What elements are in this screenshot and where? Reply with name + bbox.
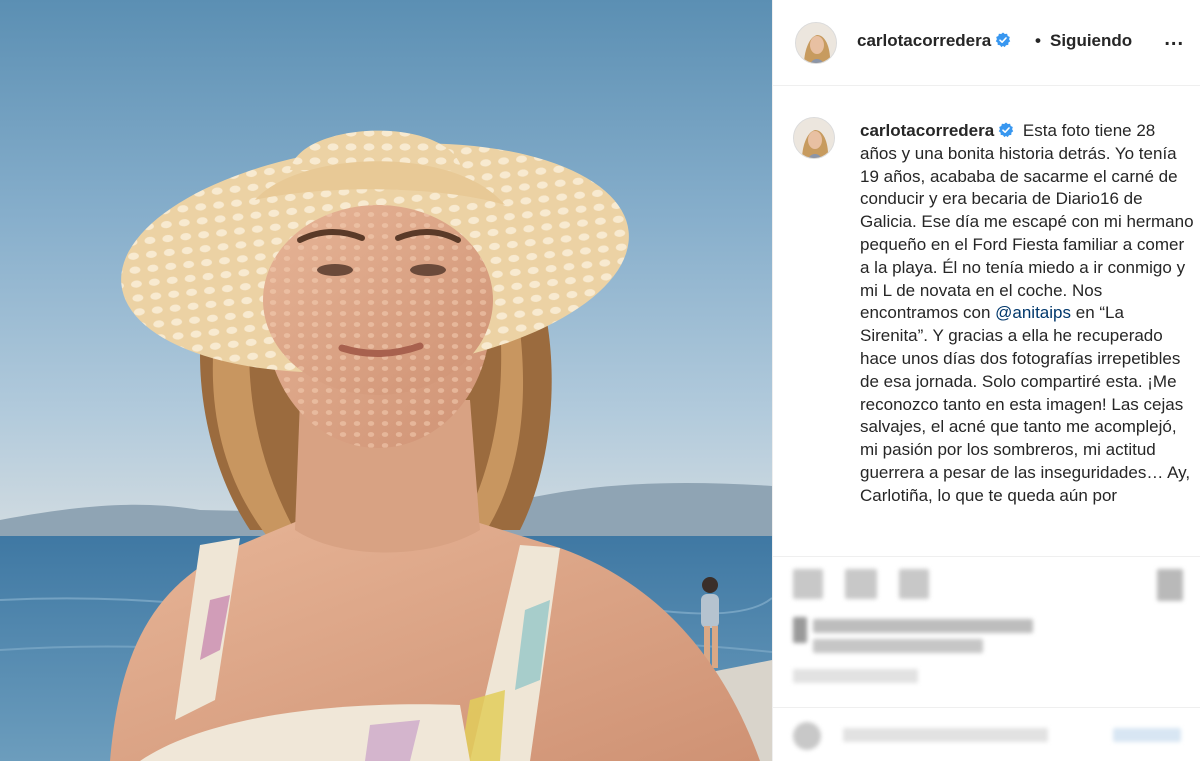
caption-text: carlotacorredera Esta foto tiene 28 años… [860,120,1196,508]
verified-badge-icon [995,32,1011,48]
caption-body-end: en “La Sirenita”. Y gracias a ella he re… [860,303,1191,505]
post-actions [773,556,1200,761]
post-photo[interactable] [0,0,772,761]
avatar-image [796,23,836,63]
verified-badge-icon [998,122,1014,138]
header-separator: • [1035,31,1041,50]
post-photo-illustration [0,130,772,761]
likes-text-blur-2 [813,639,983,653]
likes-text-blur [813,619,1033,633]
caption-body-start: Esta foto tiene 28 años y una bonita his… [860,121,1194,323]
likes-avatar-blur [793,617,807,643]
post-comment-button[interactable] [1113,728,1181,742]
comment-icon[interactable] [845,569,877,599]
header-username[interactable]: carlotacorredera [857,31,1011,51]
caption-avatar[interactable] [793,117,835,159]
more-options-icon[interactable]: ... [1164,28,1184,51]
post-side-panel: carlotacorredera • Siguiendo ... carlota… [772,0,1200,761]
caption-avatar-image [794,118,834,158]
following-button[interactable]: Siguiendo [1050,31,1132,51]
caption-username-text[interactable]: carlotacorredera [860,121,994,140]
post-header: carlotacorredera • Siguiendo ... [773,0,1200,86]
add-comment-row [773,707,1200,761]
header-username-text[interactable]: carlotacorredera [857,31,991,50]
caption-mention-link[interactable]: @anitaips [995,303,1071,322]
share-icon[interactable] [899,569,929,599]
caption-username[interactable]: carlotacorredera [860,121,1014,140]
avatar[interactable] [795,22,837,64]
bookmark-icon[interactable] [1157,569,1183,601]
add-comment-input[interactable] [843,728,1048,742]
emoji-icon[interactable] [793,722,821,750]
heart-icon[interactable] [793,569,823,599]
caption-section: carlotacorredera Esta foto tiene 28 años… [773,87,1200,555]
timestamp-blur [793,669,918,683]
